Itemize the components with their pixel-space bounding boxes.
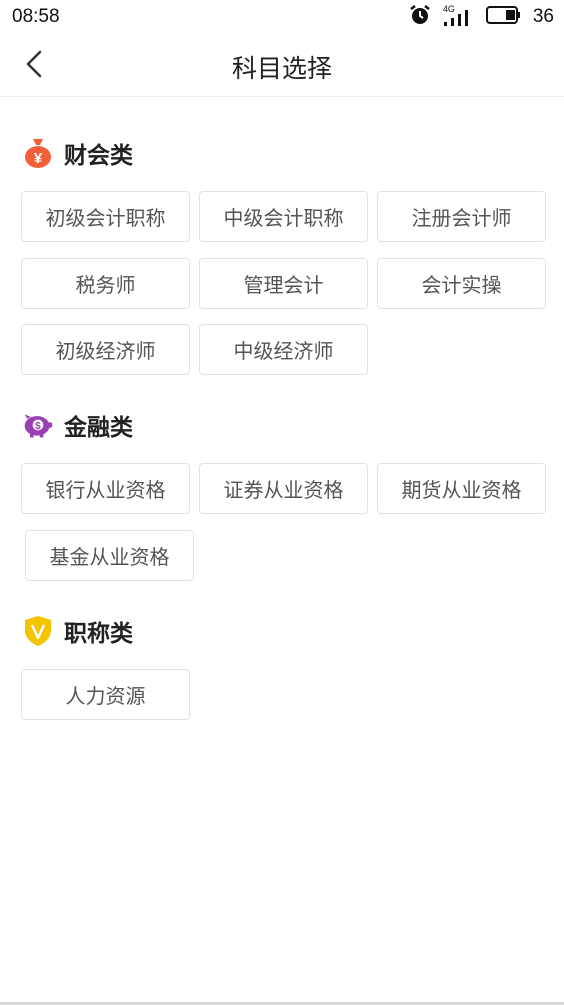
subject-chip[interactable]: 证券从业资格 xyxy=(199,463,368,514)
subject-chip[interactable]: 税务师 xyxy=(21,258,190,309)
signal-icon: 4G xyxy=(443,4,473,28)
money-bag-icon: ¥ xyxy=(22,137,54,169)
section-header-professional: 职称类 xyxy=(22,614,133,648)
subject-chip[interactable]: 注册会计师 xyxy=(377,191,546,242)
battery-icon xyxy=(485,5,521,29)
subject-chip[interactable]: 银行从业资格 xyxy=(21,463,190,514)
status-icons: 4G 36 xyxy=(409,4,554,30)
status-bar: 08:58 4G 36 xyxy=(0,0,564,34)
svg-text:$: $ xyxy=(35,421,41,432)
section-title: 金融类 xyxy=(64,415,133,441)
shield-v-icon xyxy=(22,615,54,647)
subject-chip[interactable]: 中级会计职称 xyxy=(199,191,368,242)
alarm-icon xyxy=(409,4,431,30)
section-header-accounting: ¥ 财会类 xyxy=(22,136,133,170)
battery-level: 36 xyxy=(532,6,554,27)
subject-chip[interactable]: 会计实操 xyxy=(377,258,546,309)
subject-chip[interactable]: 中级经济师 xyxy=(199,324,368,375)
svg-text:¥: ¥ xyxy=(34,150,43,167)
subject-chip[interactable]: 初级会计职称 xyxy=(21,191,190,242)
page-title: 科目选择 xyxy=(231,54,332,83)
subject-chip[interactable]: 初级经济师 xyxy=(21,324,190,375)
piggy-bank-icon: $ xyxy=(22,409,54,441)
subject-chip[interactable]: 管理会计 xyxy=(199,258,368,309)
section-title: 职称类 xyxy=(64,621,133,647)
subject-chip[interactable]: 期货从业资格 xyxy=(377,463,546,514)
subject-chip[interactable]: 基金从业资格 xyxy=(25,530,194,581)
header: 科目选择 xyxy=(0,34,564,97)
subject-chip[interactable]: 人力资源 xyxy=(21,669,190,720)
status-time: 08:58 xyxy=(12,6,60,27)
section-title: 财会类 xyxy=(64,143,133,169)
section-header-finance: $ 金融类 xyxy=(22,408,133,442)
